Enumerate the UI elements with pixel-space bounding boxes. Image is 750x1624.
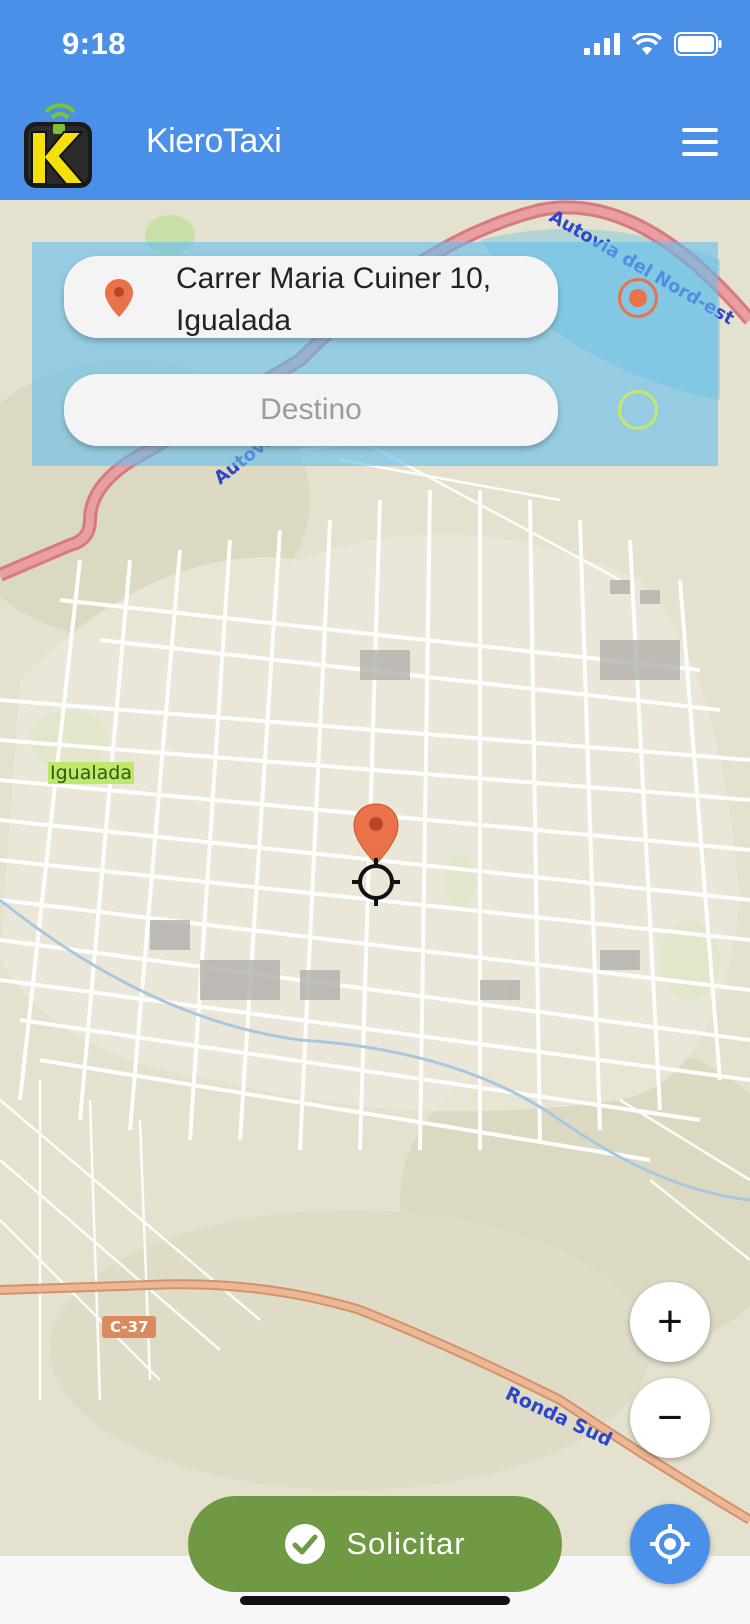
battery-icon <box>674 32 722 56</box>
origin-pin-icon <box>105 279 133 317</box>
home-indicator <box>240 1596 510 1605</box>
location-pin-icon <box>353 803 399 865</box>
destination-radio[interactable] <box>618 390 658 430</box>
hamburger-icon-line <box>682 140 718 144</box>
menu-button[interactable] <box>682 128 720 158</box>
status-icons <box>584 32 722 56</box>
hamburger-icon-line <box>682 152 718 156</box>
my-location-button[interactable] <box>630 1504 710 1584</box>
destination-field[interactable]: Destino <box>64 374 558 446</box>
hamburger-icon-line <box>682 128 718 132</box>
origin-radio[interactable] <box>618 278 658 318</box>
check-circle-icon <box>285 1524 326 1564</box>
map-label-town: Igualada <box>48 762 134 784</box>
zoom-out-button[interactable]: − <box>630 1378 710 1458</box>
request-button[interactable]: Solicitar <box>188 1496 562 1592</box>
wifi-icon <box>632 33 662 55</box>
crosshair-icon <box>352 858 400 906</box>
app-header: 9:18 KieroTaxi <box>0 0 750 200</box>
zoom-in-button[interactable]: + <box>630 1282 710 1362</box>
status-time: 9:18 <box>62 26 127 61</box>
address-panel: Carrer Maria Cuiner 10, Igualada Destino <box>32 242 718 466</box>
origin-address: Carrer Maria Cuiner 10, Igualada <box>176 262 492 337</box>
request-label: Solicitar <box>346 1526 466 1561</box>
kierotaxi-logo <box>24 103 92 188</box>
destination-placeholder: Destino <box>260 393 362 426</box>
cellular-signal-icon <box>584 33 620 55</box>
target-location-icon <box>650 1524 690 1564</box>
origin-field[interactable]: Carrer Maria Cuiner 10, Igualada <box>64 256 558 338</box>
app-title: KieroTaxi <box>146 122 282 160</box>
map-label-c37: C-37 <box>102 1316 157 1338</box>
